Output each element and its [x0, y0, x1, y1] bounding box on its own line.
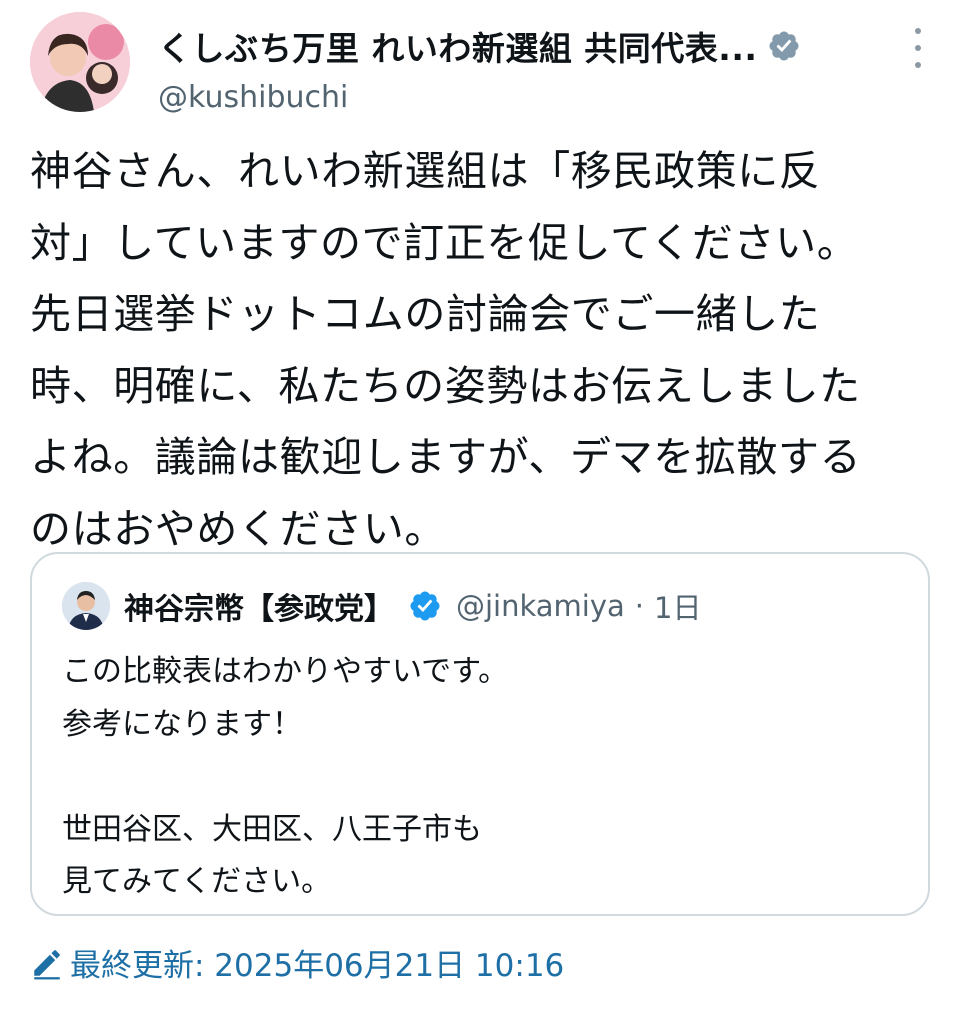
quoted-line: [62, 751, 902, 804]
quoted-author-name[interactable]: 神谷宗幣【参政党】: [124, 584, 394, 628]
pencil-edit-icon: [34, 949, 60, 979]
author-avatar[interactable]: [30, 12, 130, 112]
verified-badge-blue-icon[interactable]: [408, 589, 442, 623]
tweet-line: 対」していますので訂正を促してください。: [30, 218, 859, 267]
last-updated-label: 最終更新: 2025年06月21日 10:16: [70, 948, 565, 984]
dot: [915, 28, 921, 34]
more-options-icon[interactable]: [906, 28, 930, 68]
avatar-photo: [30, 12, 130, 112]
tweet-line: 神谷さん、れいわ新選組は「移民政策に反: [30, 147, 821, 195]
quoted-tweet-header: 神谷宗幣【参政党】 @jinkamiya · 1日: [62, 582, 701, 630]
quoted-line: 参考になります！: [62, 706, 302, 742]
author-handle[interactable]: @kushibuchi: [158, 80, 878, 115]
quoted-line: 世田谷区、大田区、八王子市も: [62, 811, 482, 847]
last-updated[interactable]: 最終更新: 2025年06月21日 10:16: [30, 940, 564, 985]
quoted-author-avatar[interactable]: [62, 582, 110, 630]
tweet-line: 先日選挙ドットコムの討論会でご一緒した: [30, 290, 821, 338]
quoted-tweet-text: この比較表はわかりやすいです。 参考になります！ 世田谷区、大田区、八王子市も …: [62, 646, 902, 909]
tweet-text: 神谷さん、れいわ新選組は「移民政策に反 対」していますので訂正を促してください。…: [30, 136, 930, 565]
dot: [915, 62, 921, 68]
quoted-timestamp[interactable]: 1日: [654, 585, 701, 627]
dot: [915, 45, 921, 51]
quoted-line: 見てみてください。: [62, 864, 332, 899]
verified-badge-gray-icon[interactable]: [767, 29, 801, 63]
quoted-author-handle[interactable]: @jinkamiya: [456, 589, 625, 623]
separator-dot: ·: [634, 589, 645, 623]
tweet-line: 時、明確に、私たちの姿勢はお伝えしました: [30, 361, 861, 410]
display-name-row: くしぶち万里 れいわ新選組 共同代表...: [158, 22, 878, 70]
tweet-header: くしぶち万里 れいわ新選組 共同代表... @kushibuchi: [30, 12, 930, 115]
author-names: くしぶち万里 れいわ新選組 共同代表... @kushibuchi: [158, 22, 878, 115]
avatar-photo: [62, 582, 110, 630]
tweet-line: よね。議論は歓迎しますが、デマを拡散する: [30, 433, 862, 481]
quoted-tweet-card[interactable]: 神谷宗幣【参政党】 @jinkamiya · 1日 この比較表はわかりやすいです…: [30, 552, 930, 916]
quoted-line: この比較表はわかりやすいです。: [62, 654, 509, 689]
author-display-name[interactable]: くしぶち万里 れいわ新選組 共同代表...: [158, 22, 757, 70]
